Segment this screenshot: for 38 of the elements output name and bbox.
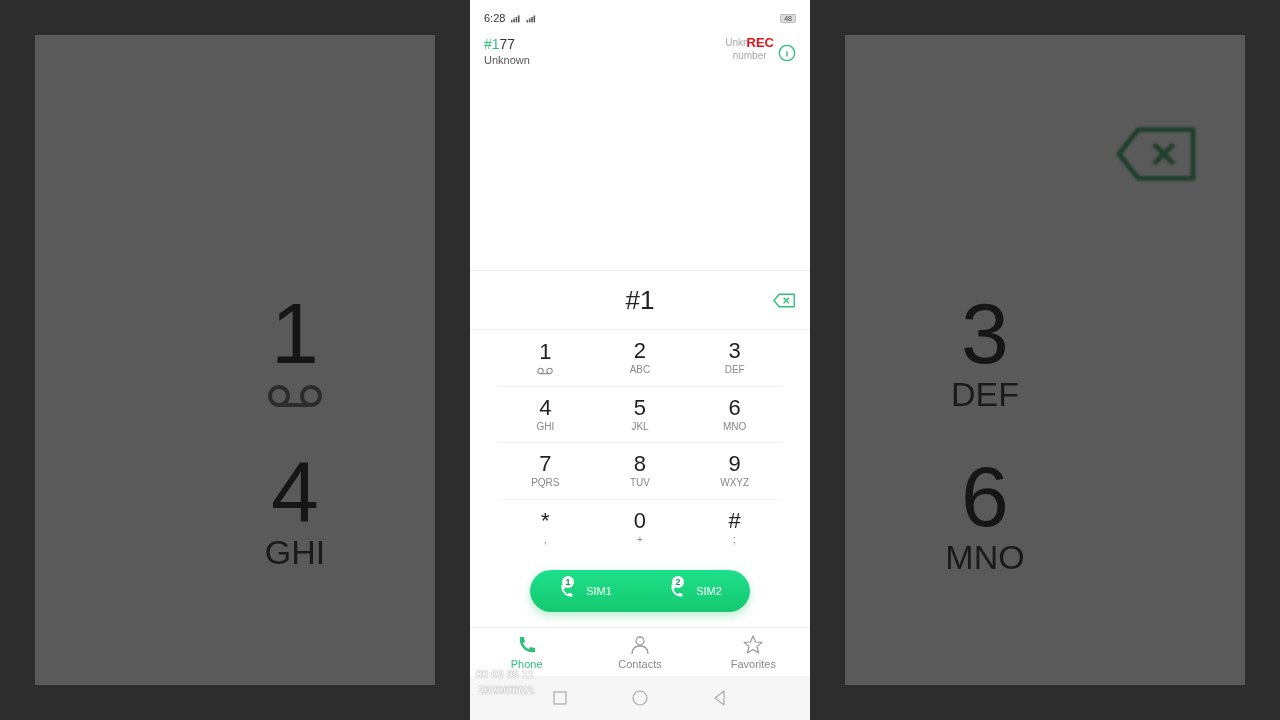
recording-indicator: REC <box>746 36 774 49</box>
caller-text: number <box>732 50 767 61</box>
status-time: 6:28 <box>484 12 506 24</box>
blurred-letters: GHI <box>264 534 326 572</box>
dialer-input[interactable]: #1 <box>625 284 655 316</box>
dial-key[interactable]: 6 MNO <box>687 386 782 443</box>
blurred-digit: 6 <box>961 453 1009 540</box>
dial-key[interactable]: 0 + <box>592 499 688 555</box>
dial-key[interactable]: # ; <box>687 499 782 555</box>
dialed-number: #177 <box>484 36 517 52</box>
dial-key[interactable]: * , <box>498 499 593 555</box>
dial-key[interactable]: 4 GHI <box>498 386 593 443</box>
sim-call-button[interactable]: 1 SIM1 <box>530 570 640 612</box>
backspace-icon <box>1115 126 1197 182</box>
dial-key[interactable]: 1 <box>498 330 593 387</box>
dial-key[interactable]: 3 DEF <box>687 330 782 387</box>
blurred-letters: DEF <box>951 376 1019 414</box>
star-icon <box>743 634 764 655</box>
nav-tab[interactable]: Favorites <box>696 628 810 676</box>
blurred-letters: MNO <box>945 539 1025 577</box>
blurred-digit: 4 <box>271 448 319 534</box>
backspace-icon[interactable] <box>773 293 796 308</box>
home-icon[interactable] <box>632 690 648 706</box>
nav-tab[interactable]: Contacts <box>583 628 697 676</box>
dial-key[interactable]: 9 WXYZ <box>687 443 782 500</box>
blurred-digit: 3 <box>961 290 1009 376</box>
dial-key[interactable]: 5 JKL <box>592 386 688 443</box>
blurred-digit: 1 <box>271 290 319 376</box>
voicemail-icon <box>265 384 325 408</box>
dial-key[interactable]: 2 ABC <box>592 330 688 387</box>
voicemail-icon <box>536 366 555 375</box>
caller-label: Unknown <box>484 54 530 66</box>
dial-key[interactable]: 7 PQRS <box>498 443 593 500</box>
recents-icon[interactable] <box>552 690 568 706</box>
back-icon[interactable] <box>712 690 728 706</box>
info-icon[interactable] <box>778 44 796 62</box>
dial-key[interactable]: 8 TUV <box>592 443 688 500</box>
person-icon <box>630 634 650 655</box>
